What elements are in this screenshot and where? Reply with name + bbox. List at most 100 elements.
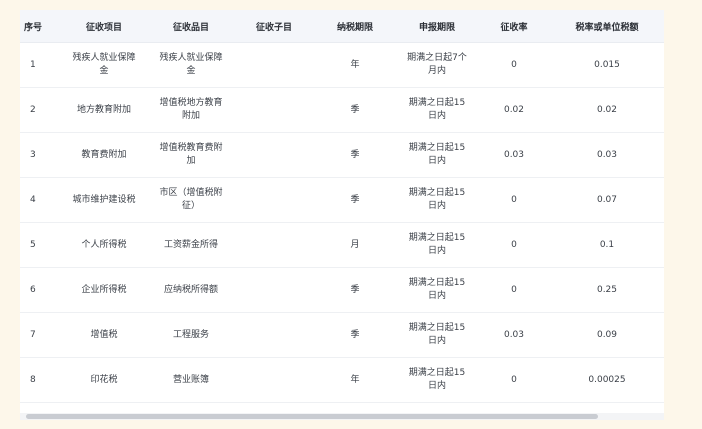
cell-levy-rate: 0 — [478, 177, 550, 223]
cell-filing-deadline: 期满之日起15日内 — [396, 132, 478, 178]
cell-text: 残疾人就业保障金 — [72, 53, 136, 76]
table-row: 7 增值税 工程服务 季 期满之日起15日内 0.03 0.09 — [20, 312, 664, 358]
cell-levy-item: 城市维护建设税 — [60, 177, 148, 223]
cell-text: 印花税 — [90, 374, 118, 385]
header-levy-rate: 征收率 — [478, 10, 550, 43]
table-row: 2 地方教育附加 增值税地方教育附加 季 期满之日起15日内 0.02 0.02 — [20, 87, 664, 133]
tax-items-table: 序号 征收项目 征收品目 征收子目 纳税期限 申报期限 征收率 税率或单位税额 … — [20, 10, 664, 403]
cell-levy-rate: 0 — [478, 42, 550, 88]
cell-levy-rate: 0 — [478, 267, 550, 313]
cell-levy-subitem — [234, 357, 314, 403]
cell-levy-subitem — [234, 267, 314, 313]
cell-text: 期满之日起7个月内 — [407, 53, 467, 76]
cell-tax-rate: 0.02 — [550, 87, 664, 133]
cell-levy-rate: 0 — [478, 222, 550, 268]
cell-levy-rate: 0.02 — [478, 87, 550, 133]
cell-levy-item: 印花税 — [60, 357, 148, 403]
cell-text: 期满之日起15日内 — [408, 98, 466, 121]
cell-text: 残疾人就业保障金 — [159, 53, 223, 76]
cell-levy-subitem — [234, 222, 314, 268]
cell-levy-rate: 0 — [478, 357, 550, 403]
cell-text: 营业账簿 — [172, 374, 209, 385]
cell-levy-subitem — [234, 177, 314, 223]
cell-tax-period: 季 — [314, 87, 396, 133]
cell-tax-period: 年 — [314, 357, 396, 403]
cell-index: 2 — [20, 87, 60, 133]
cell-index: 5 — [20, 222, 60, 268]
table-row: 3 教育费附加 增值税教育费附加 季 期满之日起15日内 0.03 0.03 — [20, 132, 664, 178]
cell-text: 市区（增值税附征） — [159, 188, 223, 211]
cell-text: 期满之日起15日内 — [408, 323, 466, 346]
cell-tax-rate: 0.015 — [550, 42, 664, 88]
cell-filing-deadline: 期满之日起15日内 — [396, 177, 478, 223]
cell-text: 教育费附加 — [81, 149, 127, 160]
screenshot-canvas: 序号 征收项目 征收品目 征收子目 纳税期限 申报期限 征收率 税率或单位税额 … — [0, 0, 702, 429]
cell-levy-subitem — [234, 87, 314, 133]
table-row: 6 企业所得税 应纳税所得额 季 期满之日起15日内 0 0.25 — [20, 267, 664, 313]
cell-text: 企业所得税 — [81, 284, 127, 295]
cell-filing-deadline: 期满之日起15日内 — [396, 267, 478, 313]
cell-levy-category: 增值税地方教育附加 — [148, 87, 234, 133]
cell-tax-period: 季 — [314, 132, 396, 178]
table-row: 1 残疾人就业保障金 残疾人就业保障金 年 期满之日起7个月内 0 0.015 — [20, 42, 664, 88]
cell-filing-deadline: 期满之日起7个月内 — [396, 42, 478, 88]
cell-levy-category: 工程服务 — [148, 312, 234, 358]
cell-tax-period: 年 — [314, 42, 396, 88]
cell-index: 6 — [20, 267, 60, 313]
cell-text: 城市维护建设税 — [72, 194, 136, 205]
cell-text: 工程服务 — [172, 329, 209, 340]
cell-levy-item: 增值税 — [60, 312, 148, 358]
cell-tax-rate: 0.25 — [550, 267, 664, 313]
cell-text: 增值税 — [90, 329, 118, 340]
cell-tax-period: 季 — [314, 312, 396, 358]
cell-filing-deadline: 期满之日起15日内 — [396, 87, 478, 133]
cell-levy-rate: 0.03 — [478, 312, 550, 358]
header-tax-rate-or-unit: 税率或单位税额 — [550, 10, 664, 43]
cell-text: 期满之日起15日内 — [408, 278, 466, 301]
cell-levy-category: 市区（增值税附征） — [148, 177, 234, 223]
cell-levy-subitem — [234, 132, 314, 178]
cell-levy-category: 营业账簿 — [148, 357, 234, 403]
cell-levy-category: 工资薪金所得 — [148, 222, 234, 268]
header-index: 序号 — [20, 10, 60, 43]
cell-levy-category: 应纳税所得额 — [148, 267, 234, 313]
cell-tax-rate: 0.09 — [550, 312, 664, 358]
cell-index: 7 — [20, 312, 60, 358]
cell-tax-rate: 0.1 — [550, 222, 664, 268]
cell-text: 增值税教育费附加 — [159, 143, 223, 166]
cell-filing-deadline: 期满之日起15日内 — [396, 312, 478, 358]
horizontal-scrollbar-track[interactable] — [20, 413, 664, 420]
cell-levy-rate: 0.03 — [478, 132, 550, 178]
tax-items-table-panel: 序号 征收项目 征收品目 征收子目 纳税期限 申报期限 征收率 税率或单位税额 … — [20, 10, 664, 420]
cell-filing-deadline: 期满之日起15日内 — [396, 222, 478, 268]
header-tax-period: 纳税期限 — [314, 10, 396, 43]
cell-levy-item: 企业所得税 — [60, 267, 148, 313]
cell-text: 个人所得税 — [81, 239, 127, 250]
cell-tax-period: 月 — [314, 222, 396, 268]
cell-text: 地方教育附加 — [76, 104, 131, 115]
table-row: 5 个人所得税 工资薪金所得 月 期满之日起15日内 0 0.1 — [20, 222, 664, 268]
cell-levy-item: 残疾人就业保障金 — [60, 42, 148, 88]
cell-tax-rate: 0.03 — [550, 132, 664, 178]
cell-tax-period: 季 — [314, 267, 396, 313]
table-row: 4 城市维护建设税 市区（增值税附征） 季 期满之日起15日内 0 0.07 — [20, 177, 664, 223]
cell-levy-item: 个人所得税 — [60, 222, 148, 268]
cell-text: 应纳税所得额 — [163, 284, 218, 295]
cell-index: 8 — [20, 357, 60, 403]
cell-levy-item: 地方教育附加 — [60, 87, 148, 133]
cell-index: 4 — [20, 177, 60, 223]
header-levy-category: 征收品目 — [148, 10, 234, 43]
cell-tax-rate: 0.00025 — [550, 357, 664, 403]
cell-levy-category: 增值税教育费附加 — [148, 132, 234, 178]
cell-text: 期满之日起15日内 — [408, 233, 466, 256]
header-levy-item: 征收项目 — [60, 10, 148, 43]
table-header-row: 序号 征收项目 征收品目 征收子目 纳税期限 申报期限 征收率 税率或单位税额 — [20, 10, 664, 43]
cell-filing-deadline: 期满之日起15日内 — [396, 357, 478, 403]
table-row: 8 印花税 营业账簿 年 期满之日起15日内 0 0.00025 — [20, 357, 664, 403]
cell-index: 3 — [20, 132, 60, 178]
horizontal-scrollbar-thumb[interactable] — [26, 414, 598, 419]
cell-levy-subitem — [234, 312, 314, 358]
cell-text: 期满之日起15日内 — [408, 188, 466, 211]
cell-text: 期满之日起15日内 — [408, 143, 466, 166]
cell-levy-category: 残疾人就业保障金 — [148, 42, 234, 88]
